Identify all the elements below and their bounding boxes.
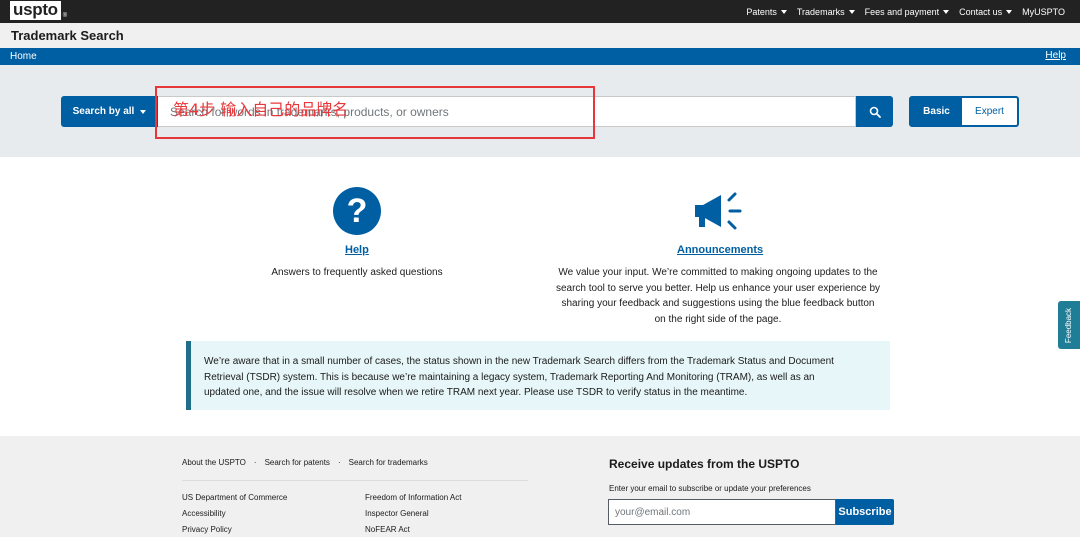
topnav-patents[interactable]: Patents (746, 7, 787, 17)
announcements-card-title[interactable]: Announcements (677, 244, 763, 256)
topnav-trademarks[interactable]: Trademarks (797, 7, 855, 17)
feedback-tab[interactable]: Feedback (1058, 301, 1080, 349)
search-by-dropdown[interactable]: Search by all (61, 96, 158, 127)
top-nav: Patents Trademarks Fees and payment Cont… (736, 0, 1065, 23)
caret-down-icon (1006, 9, 1013, 14)
footer-link-search-patents[interactable]: Search for patents (265, 458, 330, 467)
email-placeholder: your@email.com (615, 507, 691, 518)
footer-divider (182, 480, 528, 481)
footer-link-foia[interactable]: Freedom of Information Act (365, 490, 462, 506)
topnav-trademarks-label: Trademarks (796, 6, 845, 17)
search-by-label: Search by all (72, 106, 135, 117)
announcements-line: sharing your feedback and suggestions us… (561, 298, 875, 309)
logo-wordmark: uspto (10, 1, 61, 20)
app-header: Trademark Search (0, 23, 1080, 48)
footer-link-accessibility[interactable]: Accessibility (182, 506, 287, 522)
footer-link-inspector-general[interactable]: Inspector General (365, 506, 462, 522)
updates-heading: Receive updates from the USPTO (609, 457, 800, 471)
caret-down-icon (943, 9, 950, 14)
annotation-step-text: 第4步 输入自己的品牌名 (173, 100, 349, 119)
question-icon: ? (333, 187, 381, 235)
alert-line: updated one, and the issue will resolve … (204, 387, 748, 398)
email-field[interactable]: your@email.com (608, 499, 836, 525)
caret-down-icon (140, 109, 147, 114)
help-link[interactable]: Help (1045, 50, 1066, 61)
footer-link-search-trademarks[interactable]: Search for trademarks (349, 458, 428, 467)
footer-separator: · (253, 458, 257, 467)
mode-basic-button[interactable]: Basic (911, 98, 962, 125)
registered-mark: ® (62, 13, 68, 19)
topnav-patents-label: Patents (746, 6, 777, 17)
footer-link-nofear[interactable]: NoFEAR Act (365, 522, 462, 537)
alert-text: We’re aware that in a small number of ca… (204, 354, 889, 401)
footer-link-commerce[interactable]: US Department of Commerce (182, 490, 287, 506)
alert-line: Retrieval (TSDR) system. This is because… (204, 371, 815, 383)
help-card-text: Answers to frequently asked questions (271, 267, 443, 278)
help-card-title[interactable]: Help (345, 244, 369, 256)
footer-separator: · (337, 458, 341, 467)
footer-links-col2: Freedom of Information Act Inspector Gen… (365, 490, 462, 537)
footer: About the USPTO · Search for patents · S… (0, 436, 1080, 537)
announcements-line: on the right side of the page. (654, 313, 782, 325)
footer-link-about[interactable]: About the USPTO (182, 458, 246, 467)
alert-line: We’re aware that in a small number of ca… (204, 356, 834, 367)
uspto-logo[interactable]: uspto ® (10, 1, 67, 21)
topnav-myuspto-label: MyUSPTO (1022, 6, 1065, 17)
topnav-fees-label: Fees and payment (864, 6, 940, 17)
footer-links-col1: US Department of Commerce Accessibility … (182, 490, 287, 537)
search-button[interactable] (856, 96, 893, 127)
feedback-label: Feedback (1064, 307, 1074, 343)
announcements-line: We value your input. We’re committed to … (558, 267, 878, 278)
topnav-fees[interactable]: Fees and payment (865, 7, 950, 17)
announcements-line: search tool to serve you better. Help us… (555, 282, 881, 294)
status-alert: We’re aware that in a small number of ca… (186, 341, 890, 410)
subscribe-button[interactable]: Subscribe (836, 499, 894, 525)
search-mode-toggle: Basic Expert (909, 96, 1019, 127)
mode-expert-button[interactable]: Expert (962, 98, 1017, 125)
breadcrumb-home[interactable]: Home (10, 51, 37, 62)
caret-down-icon (848, 9, 855, 14)
announcements-card-text: We value your input. We’re committed to … (538, 265, 898, 327)
search-icon (869, 106, 881, 118)
top-utility-bar: uspto ® Patents Trademarks Fees and paym… (0, 0, 1080, 23)
page-title: Trademark Search (11, 28, 124, 43)
caret-down-icon (780, 9, 787, 14)
topnav-myuspto[interactable]: MyUSPTO (1022, 7, 1065, 17)
megaphone-icon (695, 192, 742, 230)
breadcrumb-bar: Home Help (0, 48, 1080, 65)
footer-link-privacy[interactable]: Privacy Policy (182, 522, 287, 537)
updates-subtext: Enter your email to subscribe or update … (609, 484, 811, 493)
topnav-contact[interactable]: Contact us (959, 6, 1013, 17)
topnav-contact-label: Contact us (959, 6, 1003, 17)
footer-primary-links: About the USPTO · Search for patents · S… (182, 458, 428, 467)
